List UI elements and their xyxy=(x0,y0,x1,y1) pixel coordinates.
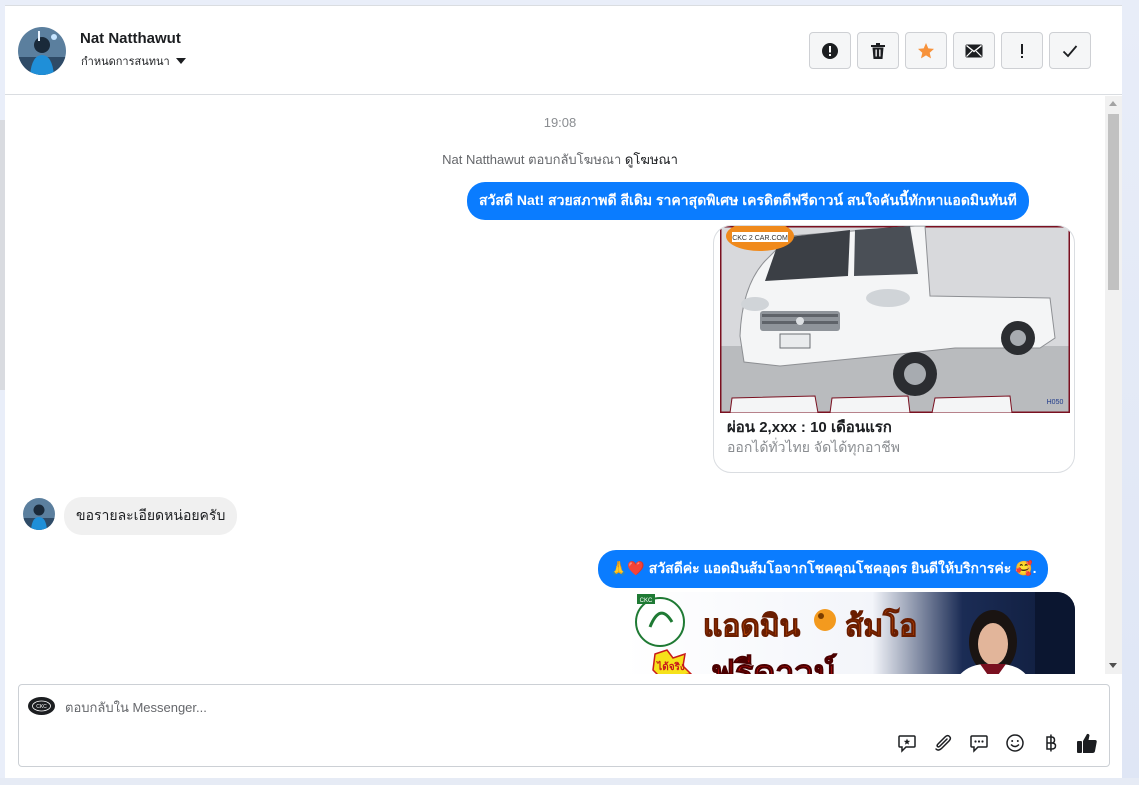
follow-up-button[interactable] xyxy=(1001,32,1043,69)
ad-card-subtitle: ออกได้ทั่วไทย จัดได้ทุกอาชีพ xyxy=(727,439,901,455)
promo-logo-text: CKC xyxy=(640,598,653,604)
view-ad-link[interactable]: ดูโฆษณา xyxy=(625,152,678,167)
star-button[interactable] xyxy=(905,32,947,69)
quick-replies-button[interactable] xyxy=(967,731,991,755)
baht-icon xyxy=(1046,734,1057,752)
ad-card-logo-text: CKC 2 CAR.COM xyxy=(732,235,788,242)
promo-title-name: ส้มโอ xyxy=(845,607,917,644)
conversation-actions xyxy=(809,32,1091,69)
star-icon xyxy=(918,42,934,58)
ad-reply-notice: Nat Natthawut ตอบกลับโฆษณา ดูโฆษณา xyxy=(5,149,1115,170)
mark-unread-button[interactable] xyxy=(953,32,995,69)
exclamation-circle-icon xyxy=(822,42,838,59)
payment-button[interactable] xyxy=(1039,731,1063,755)
scroll-up-arrow-icon[interactable] xyxy=(1109,101,1117,106)
thumbs-up-icon xyxy=(1077,733,1097,753)
saved-reply-button[interactable] xyxy=(895,731,919,755)
trash-icon xyxy=(871,42,885,59)
mark-done-button[interactable] xyxy=(1049,32,1091,69)
smiley-icon xyxy=(1006,734,1024,752)
outgoing-message: 🙏❤️ สวัสดีค่ะ แอดมินส้มโอจากโชคคุณโชคอุด… xyxy=(598,550,1049,588)
envelope-icon xyxy=(965,44,983,57)
checkmark-icon xyxy=(1062,44,1078,57)
ad-card-title: ผ่อน 2,xxx : 10 เดือนแรก xyxy=(727,419,892,436)
ad-card[interactable]: CKC 2 CAR.COM H050 ผ่อน 2,xxx : 10 เดือน… xyxy=(713,225,1075,473)
inbox-conversation-panel: Nat Natthawut กำหนดการสนทนา 19:08 Nat Na… xyxy=(5,5,1122,778)
thread-scrollbar[interactable] xyxy=(1105,96,1122,674)
mark-spam-button[interactable] xyxy=(809,32,851,69)
window-bottom-strip xyxy=(0,778,1139,785)
promo-title-admin: แอดมิน xyxy=(703,609,801,644)
ad-card-code: H050 xyxy=(1047,399,1064,406)
suffix-emoji: 🥰. xyxy=(1015,560,1037,576)
page-avatar: CKC xyxy=(28,697,55,715)
like-button[interactable] xyxy=(1075,731,1099,755)
message-input[interactable] xyxy=(65,697,665,717)
page-avatar-text: CKC xyxy=(36,704,47,710)
ad-card-image: CKC 2 CAR.COM H050 xyxy=(718,226,1072,415)
paperclip-icon xyxy=(935,734,952,751)
window-right-strip xyxy=(1122,0,1139,785)
promo-free-down: ฟรีดาวน์ xyxy=(711,653,837,674)
message-thread: 19:08 Nat Natthawut ตอบกลับโฆษณา ดูโฆษณา… xyxy=(5,96,1122,674)
message-timestamp: 19:08 xyxy=(543,115,577,130)
scrollbar-thumb[interactable] xyxy=(1108,114,1119,290)
chevron-down-icon xyxy=(175,58,186,64)
exclamation-icon xyxy=(1021,43,1023,58)
contact-name: Nat Natthawut xyxy=(80,30,181,47)
prefix-emoji: 🙏❤️ xyxy=(610,560,645,576)
chat-bubble-icon xyxy=(970,735,988,753)
contact-avatar-small xyxy=(23,498,55,530)
outgoing-message: สวัสดี Nat! สวยสภาพดี สีเดิม ราคาสุดพิเศ… xyxy=(467,182,1029,220)
ad-reply-text: Nat Natthawut ตอบกลับโฆษณา xyxy=(442,152,622,167)
conversation-header: Nat Natthawut กำหนดการสนทนา xyxy=(5,6,1122,95)
scroll-down-arrow-icon[interactable] xyxy=(1109,663,1117,668)
attachment-button[interactable] xyxy=(931,731,955,755)
assign-conversation-dropdown[interactable]: กำหนดการสนทนา xyxy=(81,52,186,70)
promo-badge: ได้จริง xyxy=(656,660,685,673)
promo-image[interactable]: CKC แอดมิน ส้มโอ ได้จริง ฟรีดาวน์ xyxy=(625,592,1075,674)
contact-avatar[interactable] xyxy=(18,27,66,75)
reply-composer: CKC xyxy=(18,684,1110,767)
composer-toolbar xyxy=(895,731,1099,755)
delete-button[interactable] xyxy=(857,32,899,69)
outgoing-message-text: สวัสดีค่ะ แอดมินส้มโอจากโชคคุณโชคอุดร ยิ… xyxy=(644,560,1016,576)
emoji-button[interactable] xyxy=(1003,731,1027,755)
saved-reply-icon xyxy=(898,735,916,753)
assign-label: กำหนดการสนทนา xyxy=(81,56,170,68)
incoming-message: ขอรายละเอียดหน่อยครับ xyxy=(64,497,238,535)
